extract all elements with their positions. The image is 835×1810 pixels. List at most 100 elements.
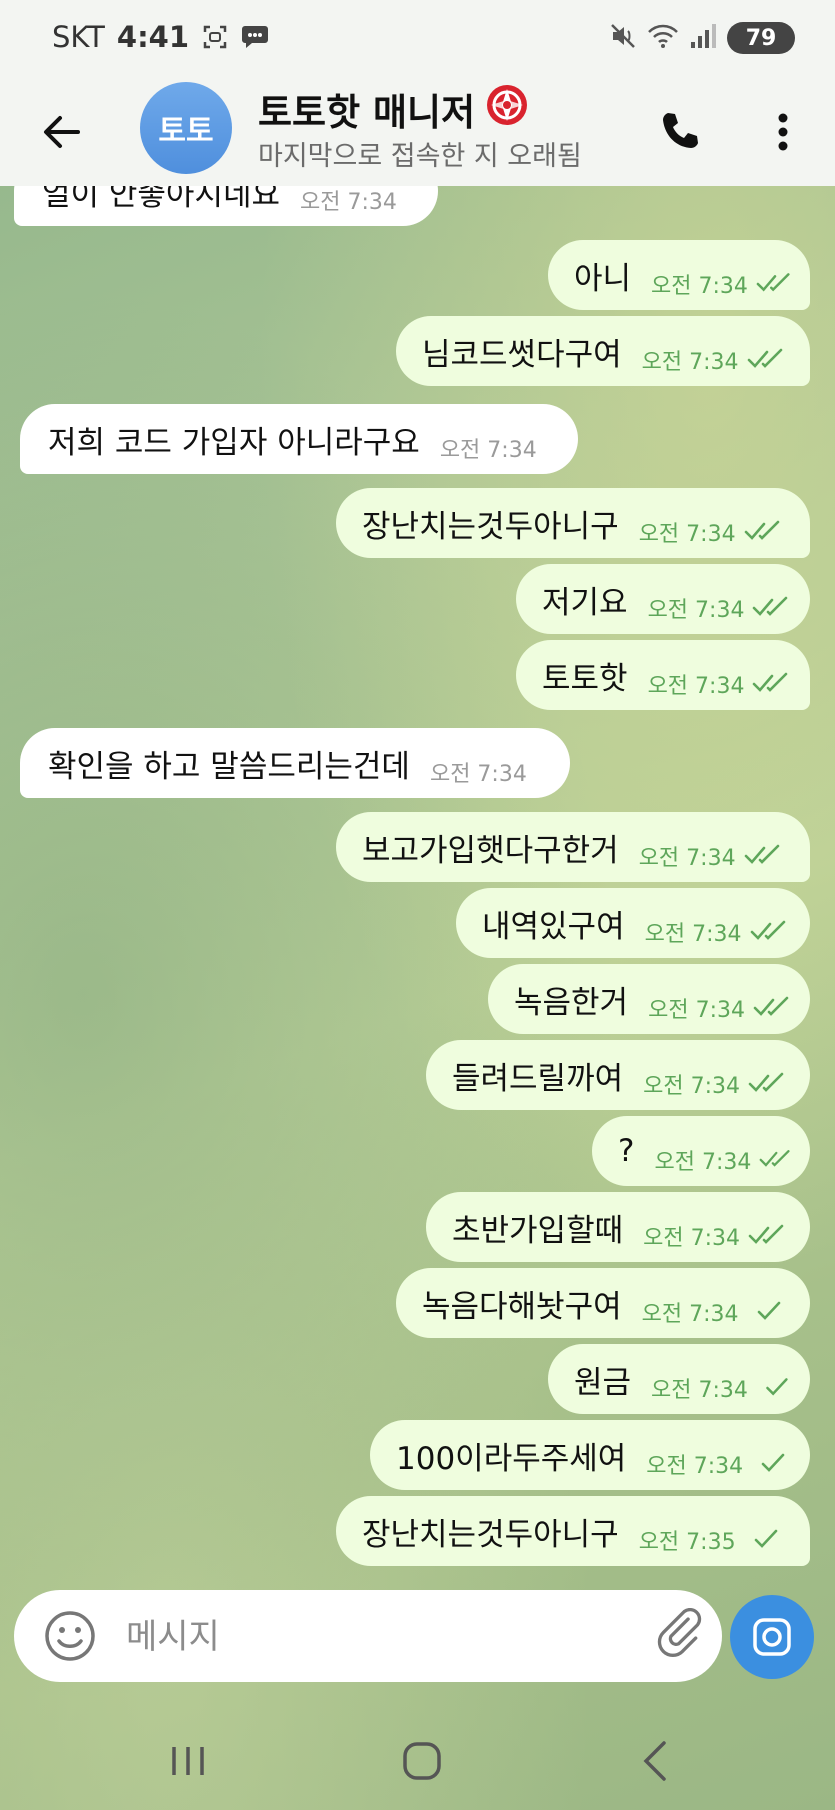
double-check-icon (748, 1072, 784, 1092)
avatar[interactable]: 토토 (140, 82, 232, 174)
message-outgoing[interactable]: 장난치는것두아니구 오전 7:34 (336, 488, 810, 558)
message-time: 오전 7:34 (638, 846, 736, 871)
message-incoming[interactable]: 확인을 하고 말씀드리는건데 오전 7:34 (20, 728, 570, 798)
message-time: 오전 7:34 (439, 438, 537, 463)
signal-icon (689, 22, 717, 54)
message-notification-icon (241, 23, 269, 51)
chat-title: 토토핫 매니저 (258, 91, 476, 134)
message-list[interactable]: 얼이 안좋아시네요 오전 7:34 아니 오전 7:34 님코드썻다구여 오전 … (0, 186, 835, 1586)
chevron-left-icon (643, 1741, 666, 1781)
nav-back-button[interactable] (626, 1736, 686, 1786)
message-time: 오전 7:34 (654, 1150, 752, 1175)
message-time: 오전 7:34 (644, 922, 742, 947)
message-time: 오전 7:34 (651, 274, 748, 299)
camera-icon (753, 1618, 791, 1656)
message-outgoing[interactable]: 녹음다해놧구여 오전 7:34 (396, 1268, 810, 1338)
message-outgoing[interactable]: 원금 오전 7:34 (548, 1344, 810, 1414)
message-text: 보고가입햇다구한거 (362, 832, 619, 869)
message-composer (14, 1590, 722, 1682)
message-outgoing[interactable]: 님코드썻다구여 오전 7:34 (396, 316, 810, 386)
message-text: 님코드썻다구여 (422, 336, 622, 373)
double-check-icon (756, 273, 790, 292)
system-navigation-bar (0, 1700, 835, 1810)
attach-button[interactable] (654, 1608, 710, 1664)
message-outgoing[interactable]: 들려드릴까여 오전 7:34 (426, 1040, 810, 1110)
paperclip-icon (657, 1608, 702, 1657)
phone-icon (663, 113, 698, 148)
message-text: 들려드릴까여 (452, 1060, 624, 1097)
double-check-icon (753, 672, 788, 692)
battery-level: 79 (745, 25, 777, 51)
double-check-icon (753, 596, 788, 616)
emblem-icon (485, 83, 529, 136)
message-time: 오전 7:34 (646, 1454, 744, 1479)
message-text: 녹음한거 (514, 984, 629, 1021)
status-left: SKT 4:41 (52, 20, 269, 54)
battery-indicator: 79 (727, 22, 795, 54)
message-time: 오전 7:34 (641, 1302, 739, 1327)
message-outgoing[interactable]: 장난치는것두아니구 오전 7:35 (336, 1496, 810, 1566)
single-check-icon (761, 1453, 785, 1472)
recent-apps-button[interactable] (158, 1736, 218, 1786)
recent-apps-icon (172, 1747, 204, 1775)
message-text: 확인을 하고 말씀드리는건데 (48, 748, 410, 785)
back-button[interactable] (34, 104, 90, 160)
message-outgoing[interactable]: 녹음한거 오전 7:34 (488, 964, 810, 1034)
camera-button[interactable] (730, 1595, 814, 1679)
message-text: 토토핫 (542, 660, 628, 697)
more-button[interactable] (758, 102, 808, 162)
double-check-icon (744, 520, 779, 540)
call-button[interactable] (650, 102, 710, 162)
message-text: 100이라두주세여 (396, 1440, 627, 1477)
message-time: 오전 7:34 (429, 762, 527, 787)
message-input[interactable] (124, 1610, 648, 1664)
message-incoming[interactable]: 저희 코드 가입자 아니라구요 오전 7:34 (20, 404, 578, 474)
chat-header: 토토 토토핫 매니저 마지막으로 접속한 지 오래됨 (0, 78, 835, 186)
message-time: 오전 7:34 (641, 350, 739, 375)
message-text: 장난치는것두아니구 (362, 1516, 619, 1553)
message-outgoing[interactable]: 초반가입할때 오전 7:34 (426, 1192, 810, 1262)
message-outgoing[interactable]: 저기요 오전 7:34 (516, 564, 810, 634)
double-check-icon (753, 996, 789, 1016)
message-incoming[interactable]: 얼이 안좋아시네요 오전 7:34 (14, 186, 438, 226)
message-text: 내역있구여 (482, 908, 625, 945)
single-check-icon (757, 1301, 780, 1320)
home-button[interactable] (392, 1736, 452, 1786)
message-text: 녹음다해놧구여 (422, 1288, 622, 1325)
double-check-icon (744, 844, 779, 864)
wifi-icon (647, 22, 679, 54)
message-time: 오전 7:34 (647, 598, 745, 623)
double-check-icon (759, 1150, 790, 1167)
message-time: 오전 7:34 (638, 522, 736, 547)
emoji-button[interactable] (44, 1610, 96, 1662)
clock: 4:41 (116, 20, 190, 54)
mute-icon (609, 22, 637, 54)
message-time: 오전 7:34 (643, 1074, 741, 1099)
message-text: 초반가입할때 (452, 1212, 624, 1249)
message-outgoing[interactable]: 보고가입햇다구한거 오전 7:34 (336, 812, 810, 882)
message-time: 오전 7:34 (651, 1378, 748, 1403)
message-outgoing[interactable]: ? 오전 7:34 (592, 1116, 810, 1186)
last-seen-status: 마지막으로 접속한 지 오래됨 (258, 141, 582, 172)
arrow-left-icon (44, 116, 80, 148)
message-text: 장난치는것두아니구 (362, 508, 619, 545)
message-text: 저기요 (542, 584, 628, 621)
double-check-icon (747, 348, 782, 368)
message-outgoing[interactable]: 내역있구여 오전 7:34 (456, 888, 810, 958)
carrier-label: SKT (52, 20, 105, 54)
message-outgoing[interactable]: 아니 오전 7:34 (548, 240, 810, 310)
chat-title-row[interactable]: 토토핫 매니저 (258, 82, 529, 136)
message-text: ? (618, 1133, 635, 1169)
message-outgoing[interactable]: 100이라두주세여 오전 7:34 (370, 1420, 810, 1490)
home-icon (403, 1742, 441, 1780)
screenshot-icon (201, 23, 229, 51)
message-text: 아니 (574, 260, 632, 297)
message-time: 오전 7:35 (638, 1530, 736, 1555)
status-bar: SKT 4:41 79 (0, 0, 835, 78)
double-check-icon (748, 1224, 784, 1244)
more-vertical-icon (778, 113, 788, 151)
double-check-icon (750, 920, 785, 940)
message-outgoing[interactable]: 토토핫 오전 7:34 (516, 640, 810, 710)
message-text: 원금 (574, 1364, 632, 1401)
message-time: 오전 7:34 (643, 1226, 741, 1251)
